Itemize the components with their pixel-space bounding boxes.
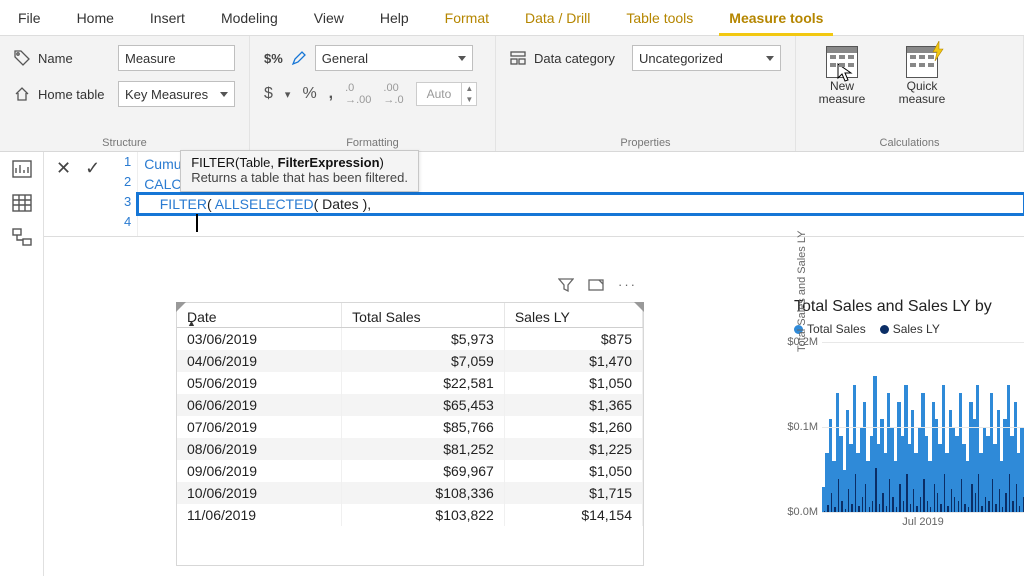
group-label-calculations: Calculations <box>810 133 1009 149</box>
table-header[interactable]: Sales LY <box>504 303 642 328</box>
ribbon-group-calculations: New measure Quick measure Calculations <box>796 36 1024 151</box>
view-rail <box>0 152 44 576</box>
table-row[interactable]: 04/06/2019$7,059$1,470 <box>177 350 643 372</box>
commit-formula-button[interactable]: ✓ <box>85 158 100 179</box>
filter-icon[interactable] <box>558 277 574 293</box>
chart-legend: Total SalesSales LY <box>794 322 1024 336</box>
table-row[interactable]: 09/06/2019$69,967$1,050 <box>177 460 643 482</box>
group-label-properties: Properties <box>510 133 781 149</box>
menu-item-insert[interactable]: Insert <box>132 0 203 35</box>
menu-item-measure-tools[interactable]: Measure tools <box>711 0 841 35</box>
tag-icon <box>14 50 30 66</box>
home-table-label: Home table <box>38 87 110 102</box>
chart-x-axis-label: Jul 2019 <box>822 516 1024 528</box>
formula-editor[interactable]: FILTER(Table, FilterExpression) Returns … <box>138 152 1024 236</box>
measure-name-input[interactable]: Measure <box>118 45 235 71</box>
table-row[interactable]: 07/06/2019$85,766$1,260 <box>177 416 643 438</box>
table-header[interactable]: Total Sales <box>342 303 505 328</box>
legend-item: Sales LY <box>880 322 940 336</box>
chart-y-axis-label: Total Sales and Sales LY <box>796 231 808 352</box>
data-view-icon[interactable] <box>12 194 32 212</box>
menu-item-modeling[interactable]: Modeling <box>203 0 296 35</box>
percent-button[interactable]: % <box>302 85 316 103</box>
group-label-structure: Structure <box>14 133 235 149</box>
calculator-icon <box>826 46 858 78</box>
new-measure-button[interactable]: New measure <box>810 46 874 106</box>
table-header-row: Date▲Total SalesSales LY <box>177 303 643 328</box>
decrease-decimals-button[interactable]: .00→.0 <box>383 82 403 106</box>
table-row[interactable]: 10/06/2019$108,336$1,715 <box>177 482 643 504</box>
format-prefix-icon: $% <box>264 51 283 66</box>
table-header[interactable]: Date▲ <box>177 303 342 328</box>
data-category-dropdown[interactable]: Uncategorized <box>632 45 781 71</box>
table-row[interactable]: 05/06/2019$22,581$1,050 <box>177 372 643 394</box>
chart-title: Total Sales and Sales LY by <box>794 298 1024 316</box>
table-row[interactable]: 03/06/2019$5,973$875 <box>177 328 643 351</box>
data-category-icon <box>510 50 526 66</box>
home-table-dropdown[interactable]: Key Measures <box>118 81 235 107</box>
table-row[interactable]: 11/06/2019$103,822$14,154 <box>177 504 643 526</box>
data-category-label: Data category <box>534 51 624 66</box>
home-icon <box>14 86 30 102</box>
work-area: ✕ ✓ 1234 FILTER(Table, FilterExpression)… <box>0 152 1024 576</box>
group-label-formatting: Formatting <box>264 133 481 149</box>
focus-mode-icon[interactable] <box>588 277 604 293</box>
format-dropdown[interactable]: General <box>315 45 473 71</box>
menu-bar: FileHomeInsertModelingViewHelpFormatData… <box>0 0 1024 36</box>
menu-item-view[interactable]: View <box>296 0 362 35</box>
table-row[interactable]: 06/06/2019$65,453$1,365 <box>177 394 643 416</box>
calculator-icon <box>906 46 938 78</box>
menu-item-home[interactable]: Home <box>59 0 132 35</box>
more-options-icon[interactable]: ··· <box>618 277 637 293</box>
ribbon-group-formatting: $% General $ ▾ % , .0→.00 .00→.0 Auto ▲▼… <box>250 36 496 151</box>
formula-bar: ✕ ✓ 1234 FILTER(Table, FilterExpression)… <box>44 152 1024 237</box>
quick-measure-button[interactable]: Quick measure <box>890 46 954 106</box>
thousands-button[interactable]: , <box>329 85 333 103</box>
ribbon: Name Measure Home table Key Measures Str… <box>0 36 1024 152</box>
line-gutter: 1234 <box>112 152 138 236</box>
menu-item-data-drill[interactable]: Data / Drill <box>507 0 608 35</box>
increase-decimals-button[interactable]: .0→.00 <box>345 82 371 106</box>
menu-item-help[interactable]: Help <box>362 0 427 35</box>
table-row[interactable]: 08/06/2019$81,252$1,225 <box>177 438 643 460</box>
pencil-icon <box>291 50 307 66</box>
report-view-icon[interactable] <box>12 160 32 178</box>
cancel-formula-button[interactable]: ✕ <box>56 158 71 179</box>
data-table: Date▲Total SalesSales LY 03/06/2019$5,97… <box>177 303 643 526</box>
model-view-icon[interactable] <box>12 228 32 246</box>
currency-button[interactable]: $ <box>264 85 273 103</box>
ribbon-group-properties: Data category Uncategorized Properties <box>496 36 796 151</box>
intellisense-tooltip: FILTER(Table, FilterExpression) Returns … <box>180 150 419 192</box>
report-canvas: ✕ ✓ 1234 FILTER(Table, FilterExpression)… <box>44 152 1024 576</box>
decimal-places-stepper[interactable]: Auto ▲▼ <box>416 82 478 106</box>
menu-item-file[interactable]: File <box>0 0 59 35</box>
ribbon-group-structure: Name Measure Home table Key Measures Str… <box>0 36 250 151</box>
menu-item-table-tools[interactable]: Table tools <box>608 0 711 35</box>
chart-visual[interactable]: Total Sales and Sales LY by Total SalesS… <box>794 298 1024 528</box>
menu-item-format[interactable]: Format <box>427 0 507 35</box>
chart-plot-area: Total Sales and Sales LY $0.2M$0.1M$0.0M <box>822 342 1024 512</box>
name-label: Name <box>38 51 110 66</box>
table-visual[interactable]: ··· Date▲Total SalesSales LY 03/06/2019$… <box>176 302 644 566</box>
